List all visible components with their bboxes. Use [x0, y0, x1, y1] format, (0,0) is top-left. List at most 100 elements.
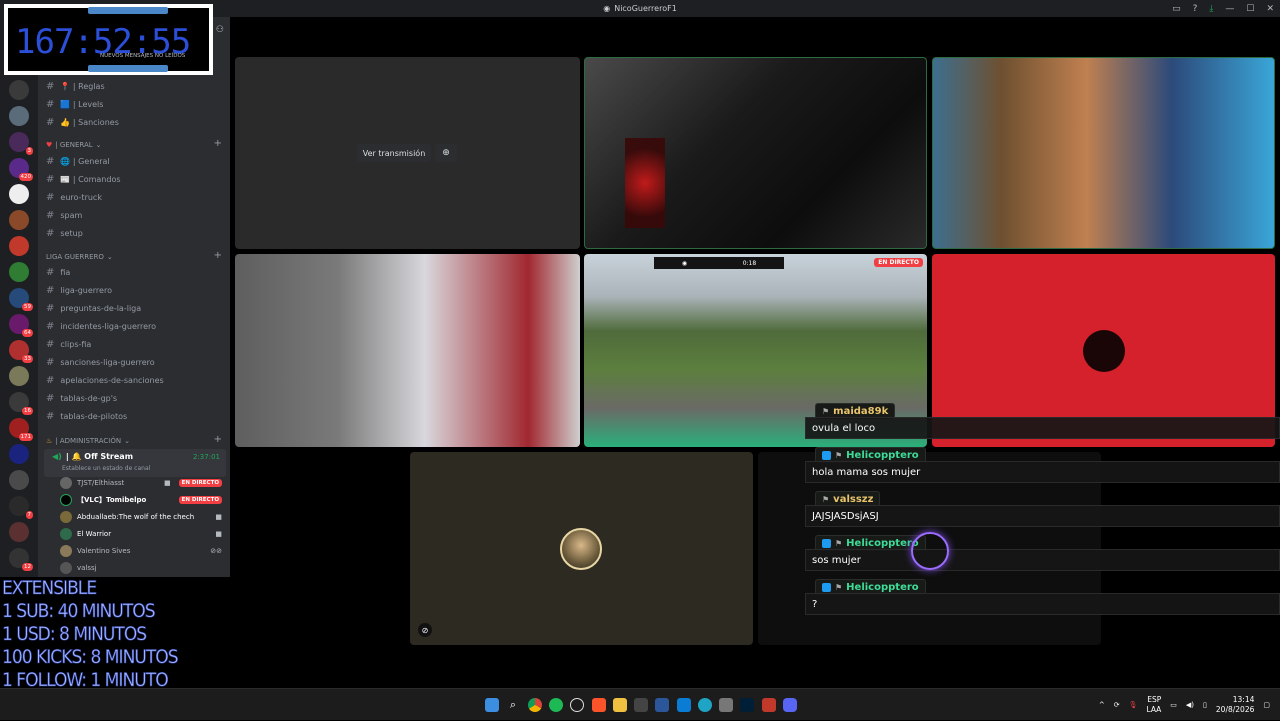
channel-fia[interactable]: # fia — [46, 264, 224, 280]
add-channel-icon[interactable]: + — [214, 434, 222, 445]
voice-user[interactable]: Valentino Sives ⊘⊘ — [60, 543, 222, 559]
channel-setup[interactable]: # setup — [46, 225, 224, 241]
server-icon[interactable]: 3 — [9, 132, 33, 155]
taskbar-clock[interactable]: 13:14 20/8/2026 — [1216, 695, 1254, 715]
github-icon[interactable] — [570, 698, 584, 712]
maximize-button[interactable]: ☐ — [1246, 4, 1254, 14]
channel-tablas-gp[interactable]: # tablas-de-gp's — [46, 390, 224, 406]
add-channel-icon[interactable]: + — [214, 138, 222, 149]
channel-euro-truck[interactable]: # euro-truck — [46, 189, 224, 205]
inbox-icon[interactable]: ▭ — [1172, 4, 1181, 14]
server-icon[interactable] — [9, 366, 29, 386]
network-icon[interactable]: ▭ — [1170, 701, 1177, 709]
channel-apelaciones[interactable]: # apelaciones-de-sanciones — [46, 372, 224, 388]
server-icon[interactable] — [9, 184, 29, 204]
watch-stream-button[interactable]: Ver transmisión — [357, 144, 431, 162]
sync-icon[interactable]: ⟳ — [1114, 701, 1120, 709]
server-icon[interactable]: 171 — [9, 418, 33, 441]
unread-badge: 171 — [18, 433, 33, 441]
chrome-icon[interactable] — [528, 698, 542, 712]
download-icon[interactable]: ⤓ — [1209, 4, 1213, 14]
channel-comandos[interactable]: # 📰 | Comandos — [46, 171, 224, 187]
server-icon[interactable]: 33 — [9, 340, 33, 363]
language-indicator[interactable]: ESP LAA — [1146, 695, 1161, 715]
channel-list: ⚇ # 📍 | Reglas # 🟦 | Levels # 👍 | Sanciones… — [38, 17, 230, 577]
avatar — [60, 494, 72, 506]
channel-incidentes[interactable]: # incidentes-liga-guerrero — [46, 318, 224, 334]
voice-tile[interactable]: ⊘ — [410, 452, 753, 645]
channel-liga-guerrero[interactable]: # liga-guerrero — [46, 282, 224, 298]
category-liga-guerrero[interactable]: LIGA GUERRERO ⌄ + — [46, 250, 222, 261]
brave-icon[interactable] — [592, 698, 606, 712]
server-icon[interactable] — [9, 80, 29, 100]
channel-tablas-pilotos[interactable]: # tablas-de-pilotos — [46, 408, 224, 424]
voice-channel-label: | 🔔 Off Stream — [65, 452, 134, 461]
minimize-button[interactable]: — — [1225, 4, 1234, 14]
server-icon[interactable] — [9, 262, 29, 282]
racing-app-icon[interactable] — [762, 698, 776, 712]
folder-icon[interactable] — [613, 698, 627, 712]
voice-user[interactable]: 【VLC】Tomibelpo EN DIRECTO — [60, 492, 222, 508]
server-icon[interactable] — [9, 236, 29, 256]
server-icon[interactable] — [9, 522, 29, 542]
close-button[interactable]: ✕ — [1266, 4, 1274, 14]
server-icon[interactable]: 12 — [9, 548, 33, 571]
spotify-icon[interactable] — [549, 698, 563, 712]
microphone-icon[interactable]: 🎙 — [1129, 701, 1138, 709]
stream-tile-preview[interactable]: Ver transmisión ⊕ — [235, 57, 580, 249]
voice-user[interactable]: valssj — [60, 560, 222, 576]
hash-icon: # — [46, 338, 55, 350]
server-icon[interactable] — [9, 444, 29, 464]
word-icon[interactable] — [655, 698, 669, 712]
lang-code: ESP — [1147, 695, 1162, 704]
calculator-icon[interactable] — [719, 698, 733, 712]
channel-levels[interactable]: # 🟦 | Levels — [46, 96, 224, 112]
server-icon[interactable] — [9, 210, 29, 230]
search-icon[interactable]: ⌕ — [506, 698, 520, 712]
avatar — [1083, 330, 1125, 372]
timer-bar-top — [88, 7, 168, 14]
app-icon[interactable] — [634, 698, 648, 712]
server-icon[interactable] — [9, 106, 29, 126]
server-icon[interactable]: 16 — [9, 392, 33, 415]
server-icon[interactable]: 7 — [9, 496, 33, 519]
zoom-icon[interactable]: ⊕ — [435, 144, 457, 162]
channel-general[interactable]: # 🌐 | General — [46, 153, 224, 169]
category-general[interactable]: ♥ | GENERAL ⌄ + — [46, 138, 222, 149]
volume-icon[interactable]: ◀) — [1186, 701, 1194, 709]
channel-sanciones-liga[interactable]: # sanciones-liga-guerrero — [46, 354, 224, 370]
user-name: El Warrior — [77, 530, 112, 538]
edge-icon[interactable] — [677, 698, 691, 712]
server-icon[interactable]: 64 — [9, 314, 33, 337]
channel-label: tablas-de-gp's — [60, 393, 118, 403]
voice-channel-off-stream[interactable]: ◀) | 🔔 Off Stream 2:37:01 Establece un es… — [44, 449, 226, 477]
video-tile[interactable] — [584, 57, 927, 249]
server-icon[interactable]: 59 — [9, 288, 33, 311]
channel-status[interactable]: Establece un estado de canal — [62, 465, 150, 472]
chevron-up-icon[interactable]: ^ — [1099, 701, 1105, 709]
video-tile[interactable] — [932, 57, 1275, 249]
edge-dev-icon[interactable] — [698, 698, 712, 712]
add-friend-icon[interactable]: ⚇ — [216, 25, 224, 35]
photoshop-icon[interactable] — [740, 698, 754, 712]
category-administracion[interactable]: ♨ | ADMINISTRACIÓN ⌄ + — [46, 434, 222, 445]
chat-text: ovula el loco — [805, 417, 1280, 439]
notification-icon[interactable]: ▢ — [1263, 701, 1270, 709]
server-icon[interactable]: 420 — [9, 158, 33, 181]
add-channel-icon[interactable]: + — [214, 250, 222, 261]
channel-reglas[interactable]: # 📍 | Reglas — [46, 78, 224, 94]
channel-sanciones[interactable]: # 👍 | Sanciones — [46, 114, 224, 130]
server-icon[interactable] — [9, 470, 29, 490]
badge-icon: ⚑ — [822, 406, 830, 416]
voice-user[interactable]: TJST/Elthiasst ■ EN DIRECTO — [60, 475, 222, 491]
start-icon[interactable] — [485, 698, 499, 712]
channel-spam[interactable]: # spam — [46, 207, 224, 223]
video-tile[interactable] — [235, 254, 580, 447]
battery-icon[interactable]: ▯ — [1203, 701, 1207, 709]
voice-user[interactable]: El Warrior ■ — [60, 526, 222, 542]
discord-icon[interactable] — [783, 698, 797, 712]
channel-preguntas[interactable]: # preguntas-de-la-liga — [46, 300, 224, 316]
help-icon[interactable]: ? — [1193, 4, 1198, 14]
voice-user[interactable]: Abduallaeb:The wolf of the chech ■ — [60, 509, 222, 525]
channel-clips-fia[interactable]: # clips-fia — [46, 336, 224, 352]
